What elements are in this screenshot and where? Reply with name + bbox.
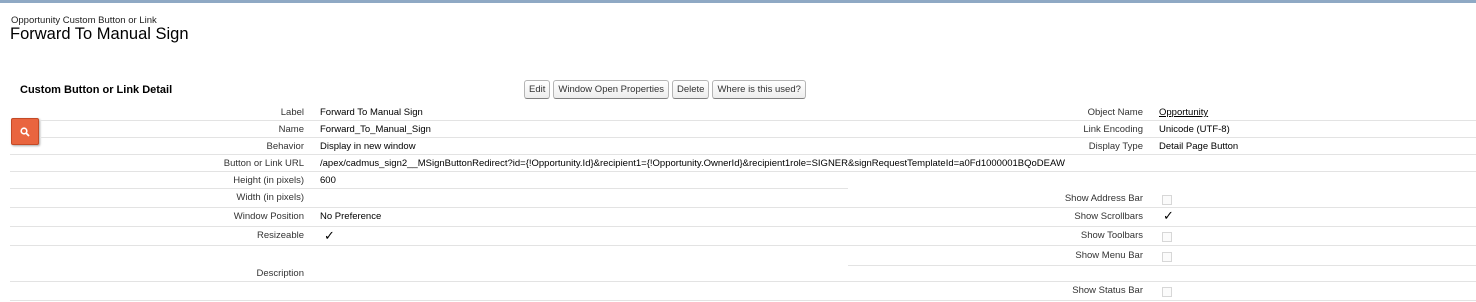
top-bar xyxy=(0,0,1476,3)
row-window-position: Window Position No Preference Show Scrol… xyxy=(10,208,1476,227)
height-field-value: 600 xyxy=(320,175,336,186)
row-height: Height (in pixels) 600 xyxy=(10,172,1476,189)
delete-button[interactable]: Delete xyxy=(671,80,710,99)
url-field-label: Button or Link URL xyxy=(223,158,304,169)
height-field-label: Height (in pixels) xyxy=(233,175,304,186)
resizeable-check-icon: ✓ xyxy=(324,228,335,243)
section-title: Custom Button or Link Detail xyxy=(20,84,173,96)
label-field-label: Label xyxy=(280,107,304,118)
row-resizeable: Resizeable ✓ Show Toolbars xyxy=(10,227,1476,246)
button-bar: Edit Window Open Properties Delete Where… xyxy=(524,80,806,99)
row-name: Name Forward_To_Manual_Sign Link Encodin… xyxy=(10,121,1476,138)
name-field-value: Forward_To_Manual_Sign xyxy=(320,124,431,135)
label-field-value: Forward To Manual Sign xyxy=(320,107,423,118)
show-address-bar-checkbox xyxy=(1162,195,1172,205)
object-name-label: Object Name xyxy=(1087,107,1143,118)
window-position-value: No Preference xyxy=(320,211,382,222)
window-open-properties-button[interactable]: Window Open Properties xyxy=(553,80,669,99)
row-description: Description Show Menu Bar xyxy=(10,246,1476,282)
row-label: Label Forward To Manual Sign Object Name… xyxy=(10,104,1476,121)
show-menu-bar-checkbox xyxy=(1162,252,1172,262)
row-status-bar: Show Status Bar xyxy=(10,282,1476,301)
window-position-label: Window Position xyxy=(233,211,304,222)
row-divider xyxy=(10,300,1476,301)
width-field-label: Width (in pixels) xyxy=(236,192,304,203)
name-field-label: Name xyxy=(278,124,304,135)
description-label: Description xyxy=(256,268,304,279)
row-behavior: Behavior Display in new window Display T… xyxy=(10,138,1476,155)
show-scrollbars-check-icon: ✓ xyxy=(1163,208,1174,223)
show-address-bar-label: Show Address Bar xyxy=(1064,193,1143,204)
link-encoding-value: Unicode (UTF-8) xyxy=(1159,124,1230,135)
row-divider xyxy=(848,265,1476,266)
url-field-value: /apex/cadmus_sign2__MSignButtonRedirect?… xyxy=(320,158,1065,169)
show-status-bar-label: Show Status Bar xyxy=(1072,285,1143,296)
show-toolbars-label: Show Toolbars xyxy=(1080,230,1143,241)
where-used-button[interactable]: Where is this used? xyxy=(712,80,806,99)
behavior-field-value: Display in new window xyxy=(320,141,416,152)
link-encoding-label: Link Encoding xyxy=(1083,124,1143,135)
show-menu-bar-label: Show Menu Bar xyxy=(1075,250,1143,261)
page-title: Forward To Manual Sign xyxy=(10,25,189,43)
display-type-value: Detail Page Button xyxy=(1159,141,1239,152)
show-toolbars-checkbox xyxy=(1162,232,1172,242)
display-type-label: Display Type xyxy=(1088,141,1143,152)
edit-button[interactable]: Edit xyxy=(524,80,551,99)
show-status-bar-checkbox xyxy=(1162,287,1172,297)
show-scrollbars-label: Show Scrollbars xyxy=(1074,211,1143,222)
behavior-field-label: Behavior xyxy=(266,141,305,152)
object-name-link[interactable]: Opportunity xyxy=(1159,107,1208,118)
row-width: Width (in pixels) Show Address Bar xyxy=(10,189,1476,208)
row-url: Button or Link URL /apex/cadmus_sign2__M… xyxy=(10,155,1476,172)
resizeable-label: Resizeable xyxy=(257,230,304,241)
